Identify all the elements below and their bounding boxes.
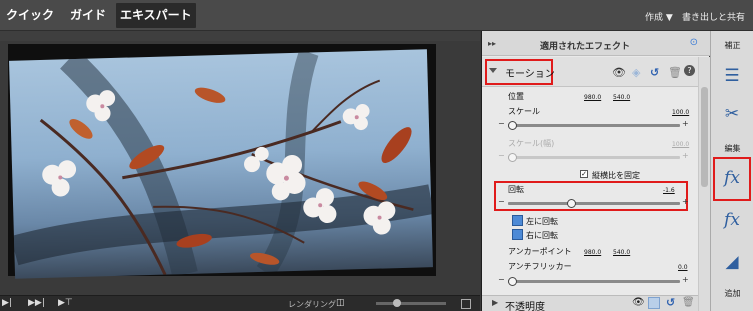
tab-expert[interactable]: エキスパート xyxy=(116,3,196,28)
help-icon[interactable]: ? xyxy=(684,65,695,76)
antiflicker-value[interactable]: 0.0 xyxy=(678,264,688,271)
adjust-sliders-icon[interactable]: ☰ xyxy=(719,63,745,89)
opacity-label: 不透明度 xyxy=(505,302,545,311)
rotate-left-button[interactable]: 左に回転 xyxy=(526,216,558,227)
zoom-slider-track[interactable] xyxy=(376,302,446,305)
preview-header xyxy=(0,31,480,41)
rotate-right-button[interactable]: 右に回転 xyxy=(526,230,558,241)
zoom-slider-thumb[interactable] xyxy=(393,299,401,307)
position-x-value[interactable]: 980.0 xyxy=(584,94,601,101)
position-label: 位置 xyxy=(508,92,524,101)
tab-guided[interactable]: ガイド xyxy=(66,3,110,28)
anchor-point-label: アンカーポイント xyxy=(508,247,572,256)
panel-title: 適用されたエフェクト xyxy=(540,42,631,52)
scale-width-slider-track xyxy=(508,156,680,159)
scale-width-minus-icon: − xyxy=(498,151,505,160)
rotation-slider-track[interactable] xyxy=(508,202,680,205)
rotation-value[interactable]: -1.6 xyxy=(663,187,675,194)
scale-width-value: 100.0 xyxy=(672,141,690,148)
fit-screen-icon[interactable] xyxy=(461,299,471,309)
create-menu-button[interactable]: 作成 ▼ xyxy=(645,10,673,23)
effects-icon[interactable]: fx xyxy=(719,207,745,233)
opacity-effect-header[interactable]: ▶ 不透明度 👁 ↺ 🗑 xyxy=(482,295,698,311)
scale-minus-icon[interactable]: − xyxy=(498,119,505,128)
scale-label: スケール xyxy=(508,107,540,116)
adjust-label: 補正 xyxy=(724,41,741,50)
uniform-scale-label: 縦横比を固定 xyxy=(592,171,640,180)
preview-area xyxy=(0,31,480,295)
eye-icon[interactable]: 👁 xyxy=(612,66,626,79)
rotation-label: 回転 xyxy=(508,185,524,194)
scale-plus-icon[interactable]: + xyxy=(682,119,689,128)
expand-opacity-icon[interactable]: ▶ xyxy=(492,298,498,307)
edit-label: 編集 xyxy=(724,144,741,153)
panel-scrollbar[interactable] xyxy=(698,57,710,311)
opacity-reset-icon[interactable]: ↺ xyxy=(666,296,675,309)
tab-quick[interactable]: クイック xyxy=(2,3,58,28)
opacity-trash-icon[interactable]: 🗑 xyxy=(682,297,695,308)
antiflicker-plus-icon[interactable]: + xyxy=(682,275,689,284)
rendering-label: レンダリング xyxy=(288,300,336,309)
panel-header: ▸▸ 適用されたエフェクト ⊙ xyxy=(482,31,710,56)
reset-icon[interactable]: ↺ xyxy=(650,66,659,79)
scale-width-slider-thumb xyxy=(508,153,517,162)
anchor-x-value[interactable]: 980.0 xyxy=(584,249,601,256)
opacity-keyframe-icon[interactable] xyxy=(648,297,660,309)
anchor-y-value[interactable]: 540.0 xyxy=(613,249,630,256)
transitions-icon[interactable]: ◢ xyxy=(719,249,745,275)
transport-bar: ▶| ▶▶| ▶⊤ レンダリング ◫ xyxy=(0,295,480,311)
applied-effects-icon[interactable]: fx xyxy=(719,165,745,191)
panel-scrollbar-thumb[interactable] xyxy=(701,87,708,187)
scale-width-plus-icon: + xyxy=(682,151,689,160)
tools-icon[interactable]: ✂ xyxy=(719,101,745,127)
preview-image[interactable] xyxy=(9,49,433,279)
top-bar: クイック ガイド エキスパート 作成 ▼ 書き出しと共有 xyxy=(0,0,753,31)
rotation-minus-icon[interactable]: − xyxy=(498,197,505,206)
uniform-scale-checkbox[interactable]: ✓ xyxy=(580,170,588,178)
rotation-slider-thumb[interactable] xyxy=(567,199,576,208)
opacity-eye-icon[interactable]: 👁 xyxy=(632,297,645,308)
antiflicker-label: アンチフリッカー xyxy=(508,262,572,271)
rotation-plus-icon[interactable]: + xyxy=(682,197,689,206)
scale-width-label: スケール(幅) xyxy=(508,139,555,148)
step-back-icon[interactable]: ▶| xyxy=(2,298,12,308)
export-share-button[interactable]: 書き出しと共有 xyxy=(682,10,745,23)
antiflicker-slider-thumb[interactable] xyxy=(508,277,517,286)
scale-value[interactable]: 100.0 xyxy=(672,109,689,116)
collapse-motion-icon[interactable] xyxy=(489,68,497,73)
add-label: 追加 xyxy=(724,289,741,298)
position-y-value[interactable]: 540.0 xyxy=(613,94,630,101)
scale-slider-track[interactable] xyxy=(508,124,680,127)
antiflicker-slider-track[interactable] xyxy=(508,280,680,283)
right-sidebar: 補正 ☰ ✂ 編集 fx fx ◢ 追加 xyxy=(710,31,753,311)
applied-effects-panel: ▸▸ 適用されたエフェクト ⊙ モーション 👁 ◈ ↺ 🗑 ? 位置 980.0… xyxy=(481,31,710,311)
rotate-left-icon[interactable] xyxy=(512,215,523,226)
rotate-right-icon[interactable] xyxy=(512,229,523,240)
go-to-end-icon[interactable]: ▶⊤ xyxy=(58,298,73,308)
keyframe-icon[interactable]: ◈ xyxy=(632,66,640,79)
effect-options-icon[interactable]: ⊙ xyxy=(690,37,698,48)
scale-slider-thumb[interactable] xyxy=(508,121,517,130)
motion-label: モーション xyxy=(505,69,555,80)
cherry-blossom-illustration xyxy=(10,49,433,278)
expand-panel-icon[interactable]: ▸▸ xyxy=(488,39,496,48)
motion-effect-header[interactable]: モーション 👁 ◈ ↺ 🗑 ? xyxy=(482,57,698,87)
render-toggle-icon[interactable]: ◫ xyxy=(336,298,345,308)
trash-icon[interactable]: 🗑 xyxy=(668,66,682,79)
fast-forward-icon[interactable]: ▶▶| xyxy=(28,298,45,308)
antiflicker-minus-icon[interactable]: − xyxy=(498,275,505,284)
